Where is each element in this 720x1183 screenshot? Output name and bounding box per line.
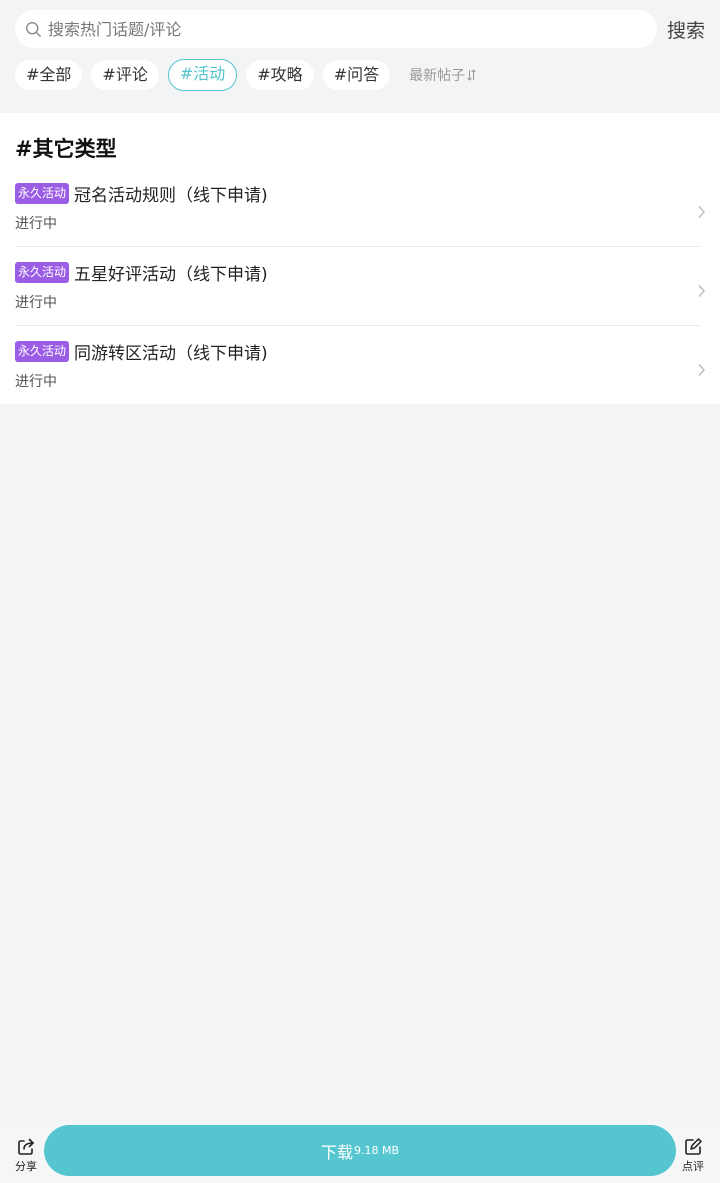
item-title: 冠名活动规则（线下申请) bbox=[74, 186, 268, 206]
list-item[interactable]: 永久活动 冠名活动规则（线下申请) 进行中 bbox=[15, 171, 705, 250]
download-size: 9.18 MB bbox=[353, 1144, 400, 1157]
sort-button[interactable]: 最新帖子 bbox=[409, 65, 476, 85]
item-status: 进行中 bbox=[15, 374, 57, 390]
chip-guides[interactable]: #攻略 bbox=[246, 60, 314, 90]
page: 搜索 #全部 #评论 #活动 #攻略 #问答 最新帖子 #其它类型 永久活动 冠… bbox=[0, 0, 720, 1183]
divider bbox=[15, 325, 701, 326]
item-title: 同游转区活动（线下申请) bbox=[74, 344, 268, 364]
list-item[interactable]: 永久活动 同游转区活动（线下申请) 进行中 bbox=[15, 329, 705, 408]
status-badge: 永久活动 bbox=[15, 341, 70, 362]
item-status: 进行中 bbox=[15, 295, 57, 311]
status-badge: 永久活动 bbox=[15, 183, 70, 204]
status-badge: 永久活动 bbox=[15, 262, 70, 283]
chevron-right-icon bbox=[698, 364, 705, 376]
search-icon bbox=[26, 21, 41, 37]
share-button[interactable]: 分享 bbox=[11, 1137, 41, 1174]
search-box[interactable] bbox=[15, 10, 657, 48]
item-status: 进行中 bbox=[15, 216, 57, 232]
section-title: #其它类型 bbox=[15, 137, 117, 161]
search-input[interactable] bbox=[48, 19, 608, 39]
share-label: 分享 bbox=[15, 1160, 37, 1173]
bottom-bar: 分享 下载 9.18 MB 点评 bbox=[0, 1121, 720, 1183]
chip-qa[interactable]: #问答 bbox=[322, 60, 391, 90]
chip-comments[interactable]: #评论 bbox=[91, 60, 159, 90]
search-button[interactable]: 搜索 bbox=[667, 16, 705, 43]
chip-activities[interactable]: #活动 bbox=[167, 59, 238, 91]
edit-icon bbox=[685, 1138, 702, 1155]
list-item[interactable]: 永久活动 五星好评活动（线下申请) 进行中 bbox=[15, 250, 705, 329]
chevron-right-icon bbox=[698, 206, 705, 218]
activity-card: #其它类型 永久活动 冠名活动规则（线下申请) 进行中 永久活动 五星好评活动（… bbox=[0, 113, 720, 404]
chip-all[interactable]: #全部 bbox=[15, 60, 83, 90]
item-title: 五星好评活动（线下申请) bbox=[74, 265, 268, 285]
download-label: 下载 bbox=[320, 1142, 353, 1162]
divider bbox=[15, 246, 701, 247]
sort-icon bbox=[467, 69, 476, 81]
chevron-right-icon bbox=[698, 285, 705, 297]
review-label: 点评 bbox=[682, 1160, 704, 1173]
sort-label: 最新帖子 bbox=[409, 68, 466, 84]
download-button[interactable]: 下载 9.18 MB bbox=[44, 1125, 676, 1176]
share-icon bbox=[18, 1138, 34, 1155]
search-row: 搜索 bbox=[0, 0, 720, 56]
review-button[interactable]: 点评 bbox=[678, 1137, 708, 1174]
filter-chips: #全部 #评论 #活动 #攻略 #问答 最新帖子 bbox=[15, 59, 476, 91]
